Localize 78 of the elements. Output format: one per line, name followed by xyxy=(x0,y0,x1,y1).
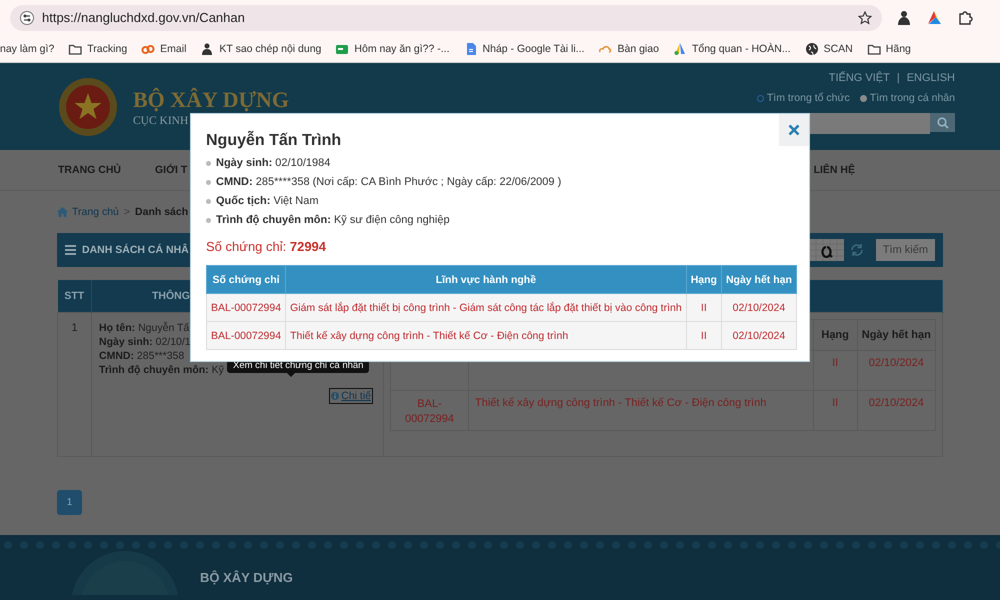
info-line: Trình độ chuyên môn: Kỹ sư điện công nghiệp xyxy=(216,213,450,228)
person-name: Nguyễn Tấn Trình xyxy=(206,130,342,151)
bookmark[interactable]: KT sao chép nội dung xyxy=(200,42,322,56)
table-cell: Giám sát lắp đặt thiết bị công trình - Giám sát công tác lắp đặt thiết bị vào công trình xyxy=(286,294,686,322)
table-cell-text: 1 xyxy=(70,321,79,334)
bookmark[interactable]: Hôm nay ăn gì?? -... xyxy=(335,42,450,56)
table-cell: BAL-00072994 xyxy=(206,294,286,322)
separator-text: > xyxy=(124,206,130,218)
triangle-icon[interactable] xyxy=(926,10,942,26)
certificate-number: Số chứng chỉ: 72994 xyxy=(206,239,326,254)
close-icon xyxy=(788,124,800,136)
table-cell: II xyxy=(832,357,838,369)
table-cell: BAL-00072994 xyxy=(206,322,286,350)
table-cell: II xyxy=(686,322,722,350)
column-header: Số chứng chỉ xyxy=(206,266,286,294)
url-text: https://nangluchdxd.gov.vn/Canhan xyxy=(42,10,246,25)
radio-icon[interactable] xyxy=(756,94,764,102)
info-line: CMND: 285***358 xyxy=(99,349,184,363)
info-icon xyxy=(331,392,340,400)
info-line: CMND: 285****358 (Nơi cấp: CA Bình Phước ; Ngày cấp: 22/06/2009 ) xyxy=(216,175,562,190)
bookmark[interactable]: Nháp - Google Tài li... xyxy=(464,42,584,56)
bullet-icon xyxy=(206,199,211,204)
info-line: Quốc tịch: Việt Nam xyxy=(216,194,318,209)
address-bar[interactable]: https://nangluchdxd.gov.vn/Canhan xyxy=(10,4,882,30)
bookmark[interactable]: Tổng quan - HOÀN... xyxy=(672,42,791,56)
panel-title: DANH SÁCH CÁ NHÂ xyxy=(82,244,189,256)
info-line: Ngày sinh: 02/10/1984 xyxy=(216,156,330,171)
emblem-icon xyxy=(58,76,118,136)
language-link[interactable]: ENGLISH xyxy=(906,72,955,84)
column-header: Ngày hết hạn xyxy=(857,320,936,350)
language-link[interactable]: TIẾNG VIỆT xyxy=(828,72,890,84)
radio-icon[interactable] xyxy=(860,94,867,102)
triangle-icon xyxy=(672,42,687,56)
menu-icon xyxy=(65,245,76,255)
column-header: Lĩnh vực hành nghề xyxy=(286,266,686,294)
table-cell: 02/10/2024 xyxy=(868,397,924,409)
site-subtitle: CỤC KINH xyxy=(133,114,188,126)
info-line: Ngày sinh: 02/10/1 xyxy=(99,335,191,349)
person-icon[interactable] xyxy=(897,10,911,26)
bullet-icon xyxy=(206,161,211,166)
site-info-icon[interactable] xyxy=(20,10,34,24)
table-cell: II xyxy=(686,294,722,322)
table-cell: II xyxy=(832,397,838,409)
home-icon xyxy=(57,207,68,217)
refresh-icon[interactable] xyxy=(850,243,864,257)
table-cell: Thiết kế xây dựng công trình - Thiết kế Cơ - Điện công trình xyxy=(286,322,686,350)
table-cell: Thiết kế xây dựng công trình - Thiết kế Cơ - Điện công trình xyxy=(475,397,766,409)
bookmark[interactable]: nay làm gì? xyxy=(0,42,54,54)
breadcrumb-current: Danh sách xyxy=(135,206,188,218)
bookmark[interactable]: Email xyxy=(141,42,186,56)
column-header: Hạng xyxy=(686,266,722,294)
extension-icon[interactable] xyxy=(957,10,973,26)
bookmark[interactable]: Tracking xyxy=(68,42,128,56)
star-icon[interactable] xyxy=(858,10,872,24)
bullet-icon xyxy=(206,218,211,223)
bookmark[interactable]: SCAN xyxy=(804,42,853,56)
table-cell: 02/10/2024 xyxy=(721,294,796,322)
radio-option[interactable]: Tìm trong tổ chức xyxy=(756,92,850,104)
info-line: Họ tên: Nguyễn Tấ xyxy=(99,321,190,335)
site-title: BỘ XÂY DỰNG xyxy=(133,86,290,112)
column-header: STT xyxy=(58,280,92,312)
person-icon xyxy=(200,42,214,56)
table-cell-text: BAL-00072994 xyxy=(404,397,455,427)
bookmark[interactable]: Hãng xyxy=(866,42,911,56)
table-cell: 02/10/2024 xyxy=(721,322,796,350)
table-cell: 02/10/2024 xyxy=(868,357,924,369)
bookmark[interactable]: Bàn giao xyxy=(598,42,659,56)
globe-icon xyxy=(804,42,819,56)
search-icon xyxy=(936,116,948,128)
column-header: Ngày hết hạn xyxy=(721,266,796,294)
radio-option[interactable]: Tìm trong cá nhân xyxy=(860,92,955,104)
info-line: Trình độ chuyên môn: Kỹ xyxy=(99,363,224,377)
separator-text: | xyxy=(896,72,900,84)
bullet-icon xyxy=(206,180,211,185)
close-button[interactable] xyxy=(779,114,809,146)
column-header: Hạng xyxy=(813,320,858,350)
search-button[interactable] xyxy=(930,113,955,132)
footer-title: BỘ XÂY DỰNG xyxy=(200,570,293,585)
